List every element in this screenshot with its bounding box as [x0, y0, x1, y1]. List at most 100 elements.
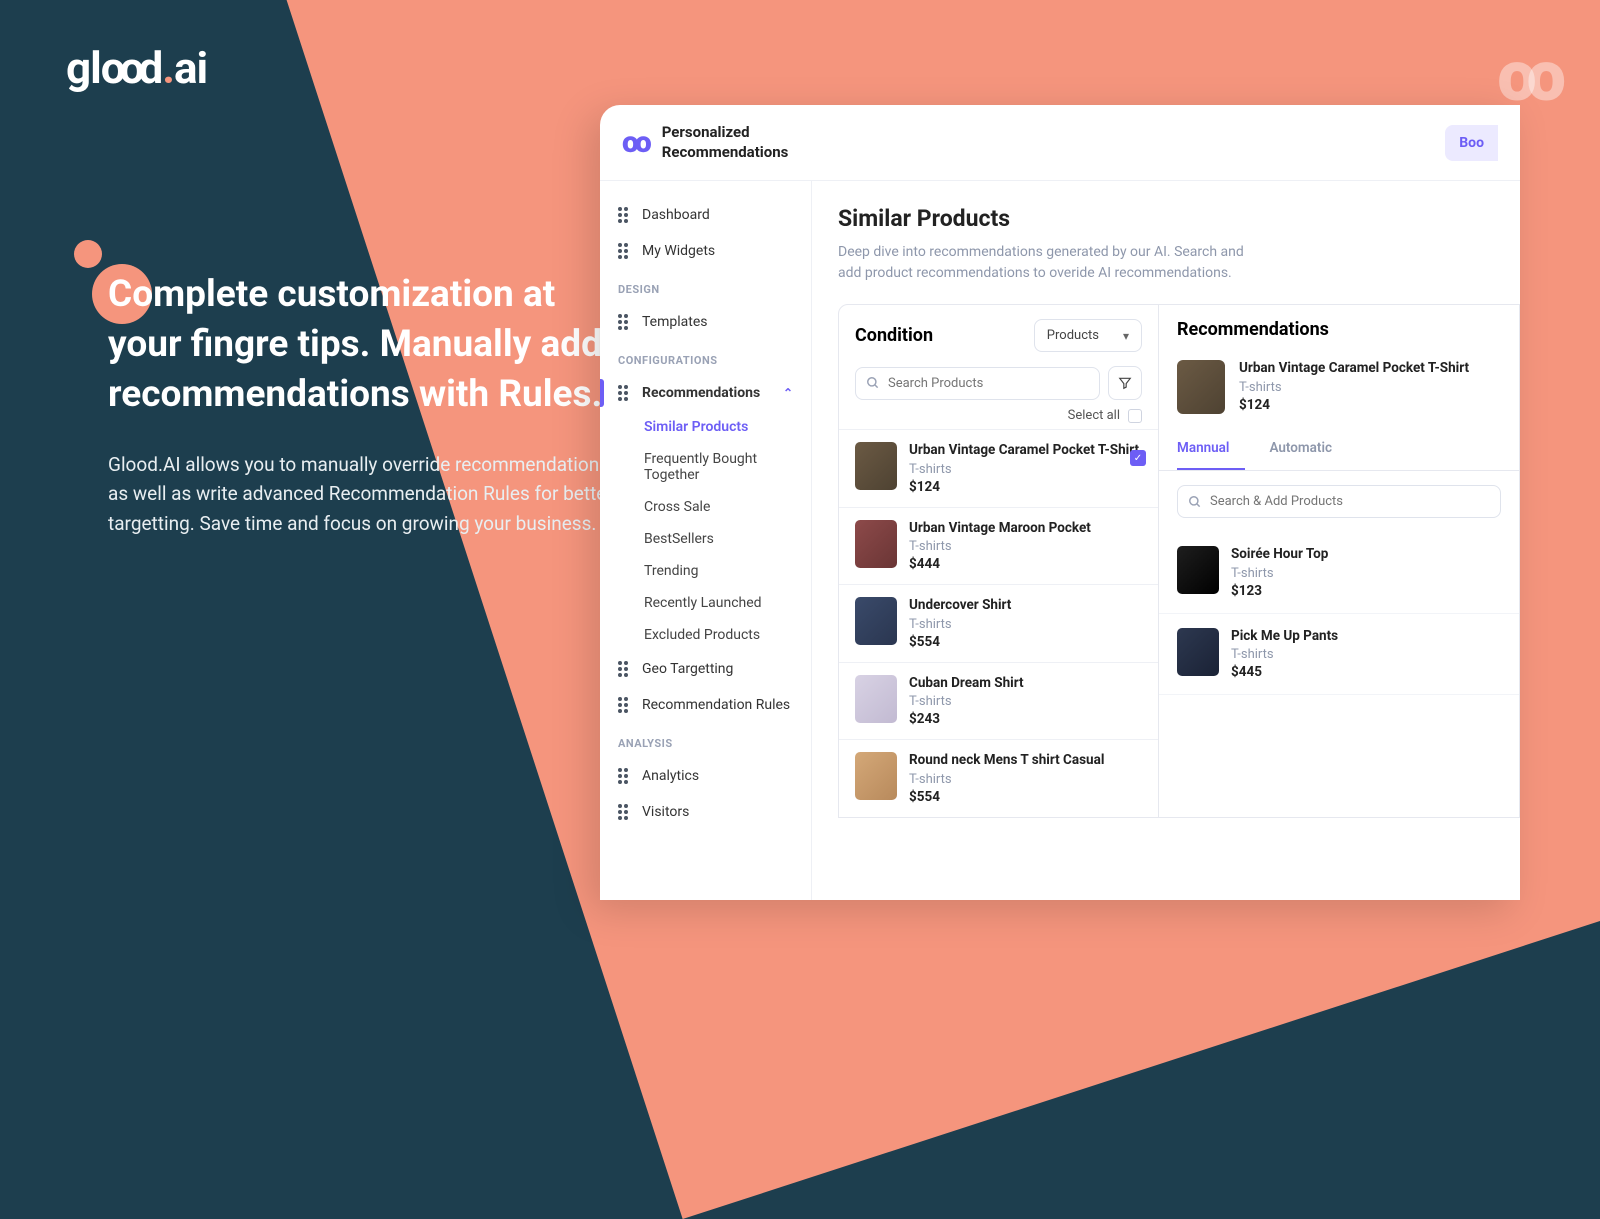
grip-icon [618, 385, 630, 401]
product-name: Undercover Shirt [909, 597, 1142, 615]
app-logo-icon: oo [622, 125, 648, 160]
nav-label: Recommendation Rules [642, 697, 790, 713]
nav-label: Visitors [642, 804, 689, 820]
product-row[interactable]: Cuban Dream Shirt T-shirts $243 [839, 662, 1158, 740]
product-name: Cuban Dream Shirt [909, 675, 1142, 693]
search-icon [866, 376, 880, 390]
nav-sub-item[interactable]: Similar Products [600, 411, 811, 443]
selected-product: Urban Vintage Caramel Pocket T-Shirt T-s… [1159, 354, 1519, 428]
product-price: $124 [909, 479, 1142, 495]
select-all-checkbox[interactable] [1128, 409, 1142, 423]
nav-label: Geo Targetting [642, 661, 733, 677]
nav-item[interactable]: Templates [600, 304, 811, 340]
search-icon [1188, 495, 1202, 509]
header-action-button[interactable]: Boo [1445, 125, 1498, 161]
select-all-row[interactable]: Select all [839, 400, 1158, 429]
nav-sub-item[interactable]: BestSellers [600, 523, 811, 555]
product-price: $124 [1239, 397, 1501, 413]
product-category: T-shirts [1231, 647, 1501, 662]
recommendations-title: Recommendations [1177, 319, 1501, 340]
product-price: $554 [909, 634, 1142, 650]
main-content: Similar Products Deep dive into recommen… [812, 181, 1520, 900]
nav-item[interactable]: My Widgets [600, 233, 811, 269]
product-row[interactable]: Round neck Mens T shirt Casual T-shirts … [839, 739, 1158, 817]
product-price: $554 [909, 789, 1142, 805]
app-header: oo PersonalizedRecommendations Boo [600, 105, 1520, 181]
product-thumb [1177, 628, 1219, 676]
tab-manual[interactable]: Mannual [1177, 428, 1245, 470]
funnel-icon [1118, 376, 1132, 390]
accent-circle-small [74, 240, 102, 268]
product-price: $123 [1231, 583, 1501, 599]
product-category: T-shirts [909, 539, 1142, 554]
condition-dropdown[interactable]: Products [1034, 319, 1142, 352]
nav-item[interactable]: Recommendation Rules [600, 687, 811, 723]
product-thumb [855, 752, 897, 800]
product-row[interactable]: Undercover Shirt T-shirts $554 [839, 584, 1158, 662]
product-category: T-shirts [1239, 380, 1501, 395]
nav-label: Analytics [642, 768, 699, 784]
sidebar: DashboardMy Widgets DESIGN Templates CON… [600, 181, 812, 900]
checkbox-checked-icon[interactable]: ✓ [1130, 450, 1146, 466]
grip-icon [618, 243, 630, 259]
marketing-headline: Complete customization at your fingre ti… [108, 270, 618, 420]
product-thumb [855, 442, 897, 490]
grip-icon [618, 697, 630, 713]
nav-label: My Widgets [642, 243, 715, 259]
grip-icon [618, 804, 630, 820]
product-row[interactable]: Urban Vintage Maroon Pocket T-shirts $44… [839, 507, 1158, 585]
nav-section-config: CONFIGURATIONS [600, 340, 811, 375]
recommendation-row[interactable]: Pick Me Up Pants T-shirts $445 [1159, 614, 1519, 696]
recommendations-panel: Recommendations Urban Vintage Caramel Po… [1159, 305, 1519, 817]
nav-label: Recommendations [642, 385, 760, 401]
product-name: Urban Vintage Caramel Pocket T-Shirt [909, 442, 1142, 460]
condition-panel: Condition Products [839, 305, 1159, 817]
nav-label: Dashboard [642, 207, 710, 223]
tab-automatic[interactable]: Automatic [1269, 428, 1348, 470]
nav-recommendations[interactable]: Recommendations ⌃ [600, 375, 811, 411]
app-title: PersonalizedRecommendations [662, 123, 789, 162]
chevron-up-icon: ⌃ [783, 386, 793, 400]
product-thumb [855, 520, 897, 568]
product-name: Round neck Mens T shirt Casual [909, 752, 1142, 770]
marketing-body: Glood.AI allows you to manually override… [108, 450, 618, 538]
nav-sub-item[interactable]: Excluded Products [600, 619, 811, 651]
nav-section-analysis: ANALYSIS [600, 723, 811, 758]
app-window: oo PersonalizedRecommendations Boo Dashb… [600, 105, 1520, 900]
search-add-products-input[interactable] [1177, 485, 1501, 518]
nav-item[interactable]: Analytics [600, 758, 811, 794]
product-category: T-shirts [909, 694, 1142, 709]
product-thumb [1177, 360, 1225, 414]
grip-icon [618, 207, 630, 223]
condition-label: Condition [855, 325, 933, 346]
product-name: Pick Me Up Pants [1231, 628, 1501, 646]
filter-button[interactable] [1108, 366, 1142, 400]
recommendation-row[interactable]: Soirée Hour Top T-shirts $123 [1159, 532, 1519, 614]
nav-item[interactable]: Geo Targetting [600, 651, 811, 687]
grip-icon [618, 768, 630, 784]
product-category: T-shirts [909, 772, 1142, 787]
marketing-copy: Complete customization at your fingre ti… [108, 270, 618, 538]
grip-icon [618, 314, 630, 330]
product-price: $445 [1231, 664, 1501, 680]
product-thumb [855, 675, 897, 723]
product-thumb [1177, 546, 1219, 594]
nav-sub-item[interactable]: Trending [600, 555, 811, 587]
nav-item[interactable]: Dashboard [600, 197, 811, 233]
product-price: $444 [909, 556, 1142, 572]
product-row[interactable]: Urban Vintage Caramel Pocket T-Shirt T-s… [839, 429, 1158, 507]
nav-item[interactable]: Visitors [600, 794, 811, 830]
brand-logo: glood.ai [66, 42, 207, 94]
nav-sub-item[interactable]: Cross Sale [600, 491, 811, 523]
search-products-input[interactable] [855, 367, 1100, 400]
product-category: T-shirts [909, 617, 1142, 632]
product-category: T-shirts [1231, 566, 1501, 581]
nav-sub-item[interactable]: Recently Launched [600, 587, 811, 619]
grip-icon [618, 661, 630, 677]
product-thumb [855, 597, 897, 645]
product-category: T-shirts [909, 462, 1142, 477]
page-description: Deep dive into recommendations generated… [838, 242, 1248, 284]
nav-sub-item[interactable]: Frequently Bought Together [600, 443, 811, 491]
product-price: $243 [909, 711, 1142, 727]
nav-label: Templates [642, 314, 708, 330]
